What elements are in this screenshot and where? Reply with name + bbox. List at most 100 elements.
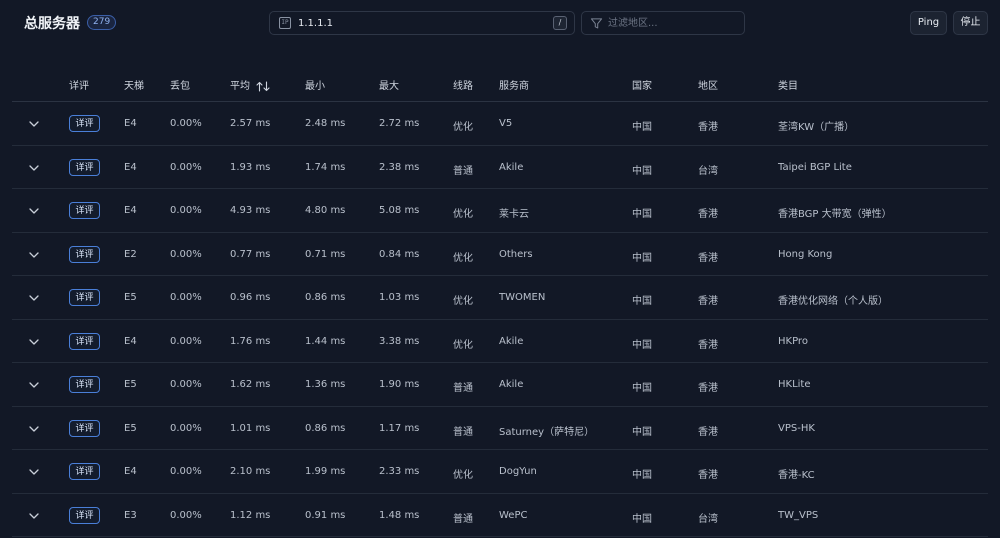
- detail-button[interactable]: 详评: [69, 419, 100, 437]
- isp-cell: TWOMEN: [499, 292, 546, 303]
- region-filter-box[interactable]: [581, 11, 745, 35]
- col-max[interactable]: 最大: [379, 77, 399, 92]
- min-cell: 0.71 ms: [305, 248, 346, 260]
- category-cell: TW_VPS: [778, 509, 819, 521]
- table-row[interactable]: 详评 E4 0.00% 2.10 ms 1.99 ms 2.33 ms 优化 D…: [12, 450, 988, 494]
- stop-button[interactable]: 停止: [953, 11, 988, 35]
- detail-button[interactable]: 详评: [69, 115, 100, 132]
- category-cell: 荃湾KW（广播）: [778, 122, 855, 133]
- min-cell: 1.36 ms: [305, 379, 346, 390]
- col-avg[interactable]: 平均: [230, 77, 270, 92]
- col-isp[interactable]: 服务商: [499, 77, 529, 92]
- max-cell: 2.72 ms: [379, 118, 420, 129]
- country-cell: 中国: [632, 122, 652, 133]
- tier-cell: E2: [124, 248, 137, 260]
- avg-cell: 0.96 ms: [230, 292, 271, 303]
- detail-button[interactable]: 详评: [69, 202, 100, 219]
- table-row[interactable]: 详评 E4 0.00% 2.57 ms 2.48 ms 2.72 ms 优化 V…: [12, 102, 988, 146]
- isp-cell: V5: [499, 118, 513, 129]
- category-cell: Taipei BGP Lite: [778, 161, 852, 173]
- chevron-down-icon[interactable]: [28, 250, 40, 260]
- col-detail: 详评: [69, 81, 89, 92]
- detail-button[interactable]: 详评: [69, 158, 100, 176]
- region-cell: 台湾: [698, 165, 718, 177]
- table-row[interactable]: 详评 E2 0.00% 0.77 ms 0.71 ms 0.84 ms 优化 O…: [12, 233, 988, 276]
- table-row[interactable]: 详评 E5 0.00% 1.01 ms 0.86 ms 1.17 ms 普通 S…: [12, 407, 988, 450]
- avg-cell: 0.77 ms: [230, 248, 271, 260]
- route-cell: 优化: [453, 209, 473, 220]
- max-cell: 1.03 ms: [379, 292, 420, 303]
- ip-icon: IP: [279, 17, 291, 29]
- country-cell: 中国: [632, 165, 652, 177]
- country-cell: 中国: [632, 252, 652, 264]
- chevron-down-icon[interactable]: [28, 206, 40, 216]
- col-loss[interactable]: 丢包: [170, 77, 190, 92]
- country-cell: 中国: [632, 383, 652, 394]
- detail-button[interactable]: 详评: [69, 245, 100, 263]
- max-cell: 1.90 ms: [379, 379, 420, 390]
- tier-cell: E4: [124, 466, 137, 477]
- avg-cell: 1.12 ms: [230, 509, 271, 521]
- isp-cell: Others: [499, 248, 533, 260]
- table-row[interactable]: 详评 E4 0.00% 4.93 ms 4.80 ms 5.08 ms 优化 莱…: [12, 189, 988, 233]
- tier-cell: E4: [124, 161, 137, 173]
- max-cell: 1.48 ms: [379, 509, 420, 521]
- col-route[interactable]: 线路: [453, 77, 473, 92]
- table-row[interactable]: 详评 E5 0.00% 1.62 ms 1.36 ms 1.90 ms 普通 A…: [12, 363, 988, 407]
- min-cell: 1.99 ms: [305, 466, 346, 477]
- country-cell: 中国: [632, 470, 652, 481]
- col-tier[interactable]: 天梯: [124, 77, 144, 92]
- country-cell: 中国: [632, 209, 652, 220]
- tier-cell: E3: [124, 509, 137, 521]
- isp-cell: Akile: [499, 335, 524, 347]
- detail-button[interactable]: 详评: [69, 506, 100, 524]
- table-row[interactable]: 详评 E3 0.00% 1.12 ms 0.91 ms 1.48 ms 普通 W…: [12, 494, 988, 537]
- detail-button[interactable]: 详评: [69, 376, 100, 393]
- detail-button[interactable]: 详评: [69, 463, 100, 480]
- min-cell: 1.44 ms: [305, 335, 346, 347]
- tier-cell: E5: [124, 292, 137, 303]
- chevron-down-icon[interactable]: [28, 293, 40, 303]
- detail-button[interactable]: 详评: [69, 289, 100, 306]
- isp-cell: WePC: [499, 509, 528, 521]
- country-cell: 中国: [632, 339, 652, 351]
- table-row[interactable]: 详评 E4 0.00% 1.93 ms 1.74 ms 2.38 ms 普通 A…: [12, 146, 988, 189]
- ip-search-input[interactable]: [298, 14, 528, 32]
- route-cell: 优化: [453, 122, 473, 133]
- table-row[interactable]: 详评 E4 0.00% 1.76 ms 1.44 ms 3.38 ms 优化 A…: [12, 320, 988, 363]
- server-count-badge: 279: [87, 15, 117, 30]
- detail-button[interactable]: 详评: [69, 332, 100, 350]
- chevron-down-icon[interactable]: [28, 163, 40, 173]
- sort-icon: [256, 80, 270, 92]
- chevron-down-icon[interactable]: [28, 511, 40, 521]
- col-country[interactable]: 国家: [632, 77, 652, 92]
- loss-cell: 0.00%: [170, 422, 202, 434]
- col-category[interactable]: 类目: [778, 77, 798, 92]
- col-avg-label: 平均: [230, 81, 250, 92]
- ping-button[interactable]: Ping: [910, 11, 947, 35]
- chevron-down-icon[interactable]: [28, 119, 40, 129]
- chevron-down-icon[interactable]: [28, 467, 40, 477]
- col-region[interactable]: 地区: [698, 77, 718, 92]
- ip-search-box[interactable]: IP /: [269, 11, 575, 35]
- category-cell: 香港BGP 大带宽（弹性）: [778, 209, 892, 220]
- chevron-down-icon[interactable]: [28, 424, 40, 434]
- route-cell: 普通: [453, 513, 473, 525]
- country-cell: 中国: [632, 513, 652, 525]
- avg-cell: 1.01 ms: [230, 422, 271, 434]
- route-cell: 普通: [453, 383, 473, 394]
- route-cell: 优化: [453, 296, 473, 307]
- top-bar: 总服务器 279 IP / Ping 停止: [0, 0, 1000, 46]
- loss-cell: 0.00%: [170, 379, 202, 390]
- chevron-down-icon[interactable]: [28, 380, 40, 390]
- table-row[interactable]: 详评 E5 0.00% 0.96 ms 0.86 ms 1.03 ms 优化 T…: [12, 276, 988, 320]
- avg-cell: 4.93 ms: [230, 205, 271, 216]
- region-filter-input[interactable]: [608, 14, 738, 32]
- region-cell: 香港: [698, 383, 718, 394]
- avg-cell: 2.57 ms: [230, 118, 271, 129]
- chevron-down-icon[interactable]: [28, 337, 40, 347]
- region-cell: 香港: [698, 122, 718, 133]
- category-cell: HKPro: [778, 335, 808, 347]
- avg-cell: 2.10 ms: [230, 466, 271, 477]
- col-min[interactable]: 最小: [305, 77, 325, 92]
